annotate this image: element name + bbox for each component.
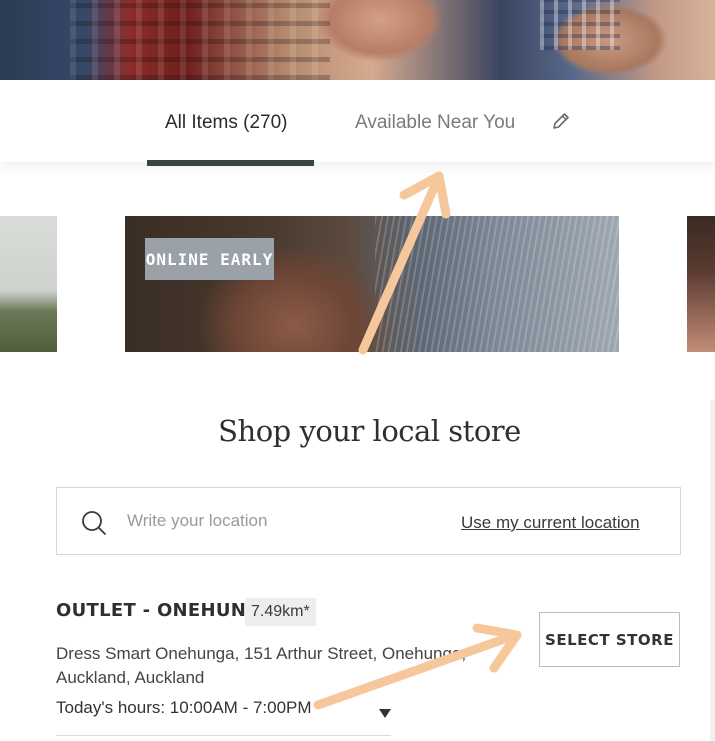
product-card[interactable]: ONLINE EARLY [125, 216, 619, 352]
location-search-input[interactable] [127, 506, 427, 536]
store-finder-heading: Shop your local store [218, 414, 521, 448]
use-current-location-link[interactable]: Use my current location [461, 513, 640, 533]
tab-available-near-you[interactable]: Available Near You [355, 112, 515, 134]
hero-plaid-shirt-right [540, 0, 620, 50]
store-name: OUTLET - ONEHUNGA [56, 600, 276, 621]
pencil-icon[interactable] [551, 111, 571, 131]
caret-down-icon[interactable] [379, 709, 391, 718]
store-divider [56, 735, 391, 736]
search-icon [82, 511, 106, 535]
product-card-next[interactable] [687, 216, 715, 352]
hero-plaid-shirt [70, 0, 330, 80]
store-distance-badge: 7.49km* [245, 598, 316, 626]
online-early-badge: ONLINE EARLY [145, 238, 274, 280]
product-striped-shirt [375, 216, 619, 352]
tab-all-items[interactable]: All Items (270) [165, 112, 287, 134]
scrollbar-track[interactable] [710, 400, 715, 741]
store-hours: Today's hours: 10:00AM - 7:00PM [56, 698, 312, 717]
select-store-button[interactable]: SELECT STORE [539, 612, 680, 667]
product-card-previous[interactable] [0, 216, 57, 352]
hero-banner-image [0, 0, 715, 80]
annotation-arrow-up-head [399, 171, 451, 219]
store-address: Dress Smart Onehunga, 151 Arthur Street,… [56, 644, 467, 687]
tab-bar: All Items (270) Available Near You [0, 80, 715, 162]
location-search-box: Use my current location [56, 487, 681, 555]
active-tab-underline [147, 160, 314, 166]
